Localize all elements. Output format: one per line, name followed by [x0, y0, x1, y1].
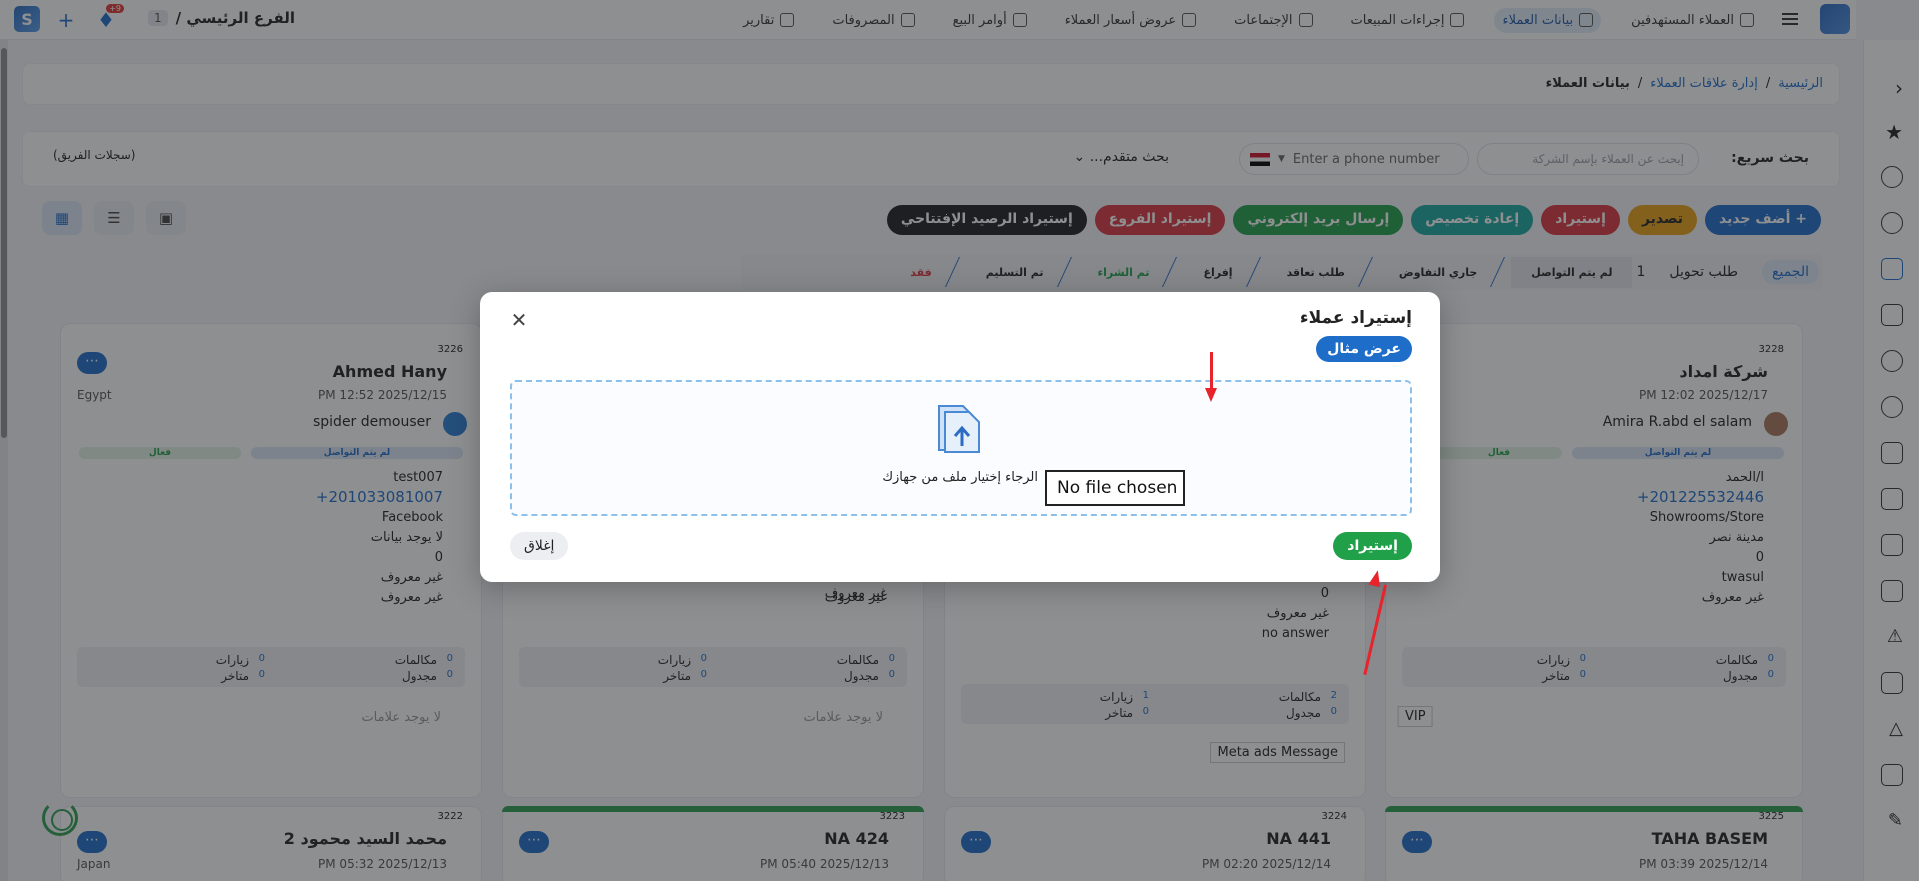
import-submit-button[interactable]: إستيراد [1333, 532, 1412, 560]
import-customers-modal: إستيراد عملاء ✕ عرض مثال الرجاء إختيار م… [480, 292, 1440, 582]
show-example-button[interactable]: عرض مثال [1316, 336, 1412, 362]
annotation-arrowhead [1205, 388, 1217, 402]
dropzone-instructions: الرجاء إختيار ملف من جهازك [882, 470, 1038, 485]
file-upload-icon [938, 405, 980, 453]
close-button[interactable]: إغلاق [510, 532, 569, 560]
file-dropzone[interactable]: الرجاء إختيار ملف من جهازك No file chose… [510, 380, 1412, 516]
close-icon[interactable]: ✕ [510, 310, 528, 330]
file-chooser[interactable]: No file chosen [1045, 470, 1185, 506]
annotation-arrow [1210, 352, 1213, 392]
modal-title: إستيراد عملاء [1299, 308, 1412, 328]
